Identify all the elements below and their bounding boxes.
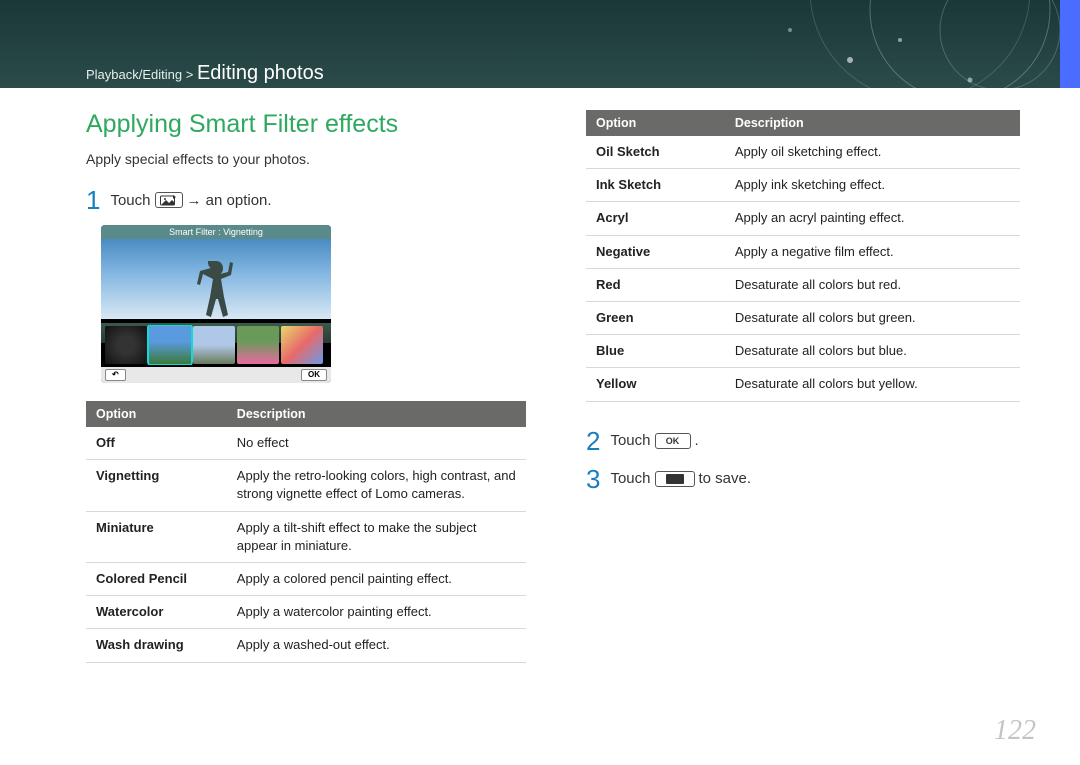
step-3-number: 3	[586, 466, 600, 492]
page-side-tab	[1060, 0, 1080, 88]
step-1-number: 1	[86, 187, 100, 213]
step-3-text: Touch to save.	[610, 470, 751, 487]
option-cell: Blue	[586, 335, 725, 368]
save-card-icon	[655, 471, 695, 487]
step-1-text: Touch → an option.	[110, 192, 271, 209]
desc-cell: Apply the retro-looking colors, high con…	[227, 460, 526, 511]
table-row: AcrylApply an acryl painting effect.	[586, 202, 1020, 235]
desc-cell: Apply an acryl painting effect.	[725, 202, 1020, 235]
option-cell: Watercolor	[86, 596, 227, 629]
step-3: 3 Touch to save.	[586, 466, 1020, 492]
column-right: Option Description Oil SketchApply oil s…	[586, 110, 1020, 663]
option-cell: Yellow	[586, 368, 725, 401]
option-cell: Ink Sketch	[586, 169, 725, 202]
screenshot-title: Smart Filter : Vignetting	[101, 225, 331, 239]
desc-cell: Apply a watercolor painting effect.	[227, 596, 526, 629]
table-row: RedDesaturate all colors but red.	[586, 268, 1020, 301]
child-silhouette-icon	[191, 261, 241, 329]
step-1: 1 Touch → an option.	[86, 187, 526, 213]
option-cell: Vignetting	[86, 460, 227, 511]
table-row: VignettingApply the retro-looking colors…	[86, 460, 526, 511]
step-1-prefix: Touch	[110, 192, 150, 209]
ok-icon: OK	[655, 433, 691, 449]
table-row: GreenDesaturate all colors but green.	[586, 301, 1020, 334]
options-table-left: Option Description OffNo effect Vignetti…	[86, 401, 526, 663]
table-header-description: Description	[227, 401, 526, 427]
step-2-suffix: .	[695, 432, 699, 449]
filter-thumb[interactable]	[105, 326, 147, 364]
table-row: BlueDesaturate all colors but blue.	[586, 335, 1020, 368]
step-2-number: 2	[586, 428, 600, 454]
option-cell: Miniature	[86, 511, 227, 562]
option-cell: Oil Sketch	[586, 136, 725, 169]
filter-thumb-selected[interactable]	[149, 326, 191, 364]
table-row: OffNo effect	[86, 427, 526, 460]
table-row: Ink SketchApply ink sketching effect.	[586, 169, 1020, 202]
filter-thumb[interactable]	[281, 326, 323, 364]
photo-edit-icon	[155, 192, 183, 208]
table-row: Wash drawingApply a washed-out effect.	[86, 629, 526, 662]
filter-thumb[interactable]	[237, 326, 279, 364]
filter-thumb[interactable]	[193, 326, 235, 364]
table-header-option: Option	[86, 401, 227, 427]
camera-screenshot: Smart Filter : Vignetting ↶ OK	[101, 225, 331, 383]
breadcrumb-current: Editing photos	[197, 62, 324, 84]
table-row: NegativeApply a negative film effect.	[586, 235, 1020, 268]
option-cell: Off	[86, 427, 227, 460]
desc-cell: Desaturate all colors but yellow.	[725, 368, 1020, 401]
step-1-suffix: → an option.	[187, 192, 272, 209]
page-number: 122	[994, 715, 1036, 747]
option-cell: Red	[586, 268, 725, 301]
option-cell: Acryl	[586, 202, 725, 235]
column-left: Applying Smart Filter effects Apply spec…	[86, 110, 526, 663]
desc-cell: Apply a tilt-shift effect to make the su…	[227, 511, 526, 562]
step-3-prefix: Touch	[610, 470, 650, 487]
screenshot-bottom-bar: ↶ OK	[101, 367, 331, 383]
breadcrumb: Playback/Editing > Editing photos	[86, 62, 324, 85]
desc-cell: Apply a washed-out effect.	[227, 629, 526, 662]
options-table-right: Option Description Oil SketchApply oil s…	[586, 110, 1020, 402]
table-header-description: Description	[725, 110, 1020, 136]
step-3-suffix: to save.	[699, 470, 752, 487]
ok-button[interactable]: OK	[301, 369, 327, 381]
table-row: MiniatureApply a tilt-shift effect to ma…	[86, 511, 526, 562]
back-button[interactable]: ↶	[105, 369, 126, 381]
table-row: WatercolorApply a watercolor painting ef…	[86, 596, 526, 629]
intro-text: Apply special effects to your photos.	[86, 151, 526, 167]
section-title: Applying Smart Filter effects	[86, 110, 526, 139]
desc-cell: Desaturate all colors but blue.	[725, 335, 1020, 368]
step-2-prefix: Touch	[610, 432, 650, 449]
desc-cell: Apply a negative film effect.	[725, 235, 1020, 268]
desc-cell: Apply ink sketching effect.	[725, 169, 1020, 202]
option-cell: Negative	[586, 235, 725, 268]
step-2: 2 Touch OK.	[586, 428, 1020, 454]
desc-cell: Apply oil sketching effect.	[725, 136, 1020, 169]
option-cell: Wash drawing	[86, 629, 227, 662]
desc-cell: Apply a colored pencil painting effect.	[227, 562, 526, 595]
filter-thumbnails	[105, 325, 327, 365]
table-row: YellowDesaturate all colors but yellow.	[586, 368, 1020, 401]
content-area: Applying Smart Filter effects Apply spec…	[86, 110, 1020, 663]
step-2-text: Touch OK.	[610, 432, 698, 449]
desc-cell: Desaturate all colors but red.	[725, 268, 1020, 301]
option-cell: Colored Pencil	[86, 562, 227, 595]
option-cell: Green	[586, 301, 725, 334]
page: Playback/Editing > Editing photos Applyi…	[0, 0, 1080, 765]
breadcrumb-parent: Playback/Editing >	[86, 67, 193, 82]
desc-cell: Desaturate all colors but green.	[725, 301, 1020, 334]
table-row: Colored PencilApply a colored pencil pai…	[86, 562, 526, 595]
desc-cell: No effect	[227, 427, 526, 460]
table-row: Oil SketchApply oil sketching effect.	[586, 136, 1020, 169]
table-header-option: Option	[586, 110, 725, 136]
